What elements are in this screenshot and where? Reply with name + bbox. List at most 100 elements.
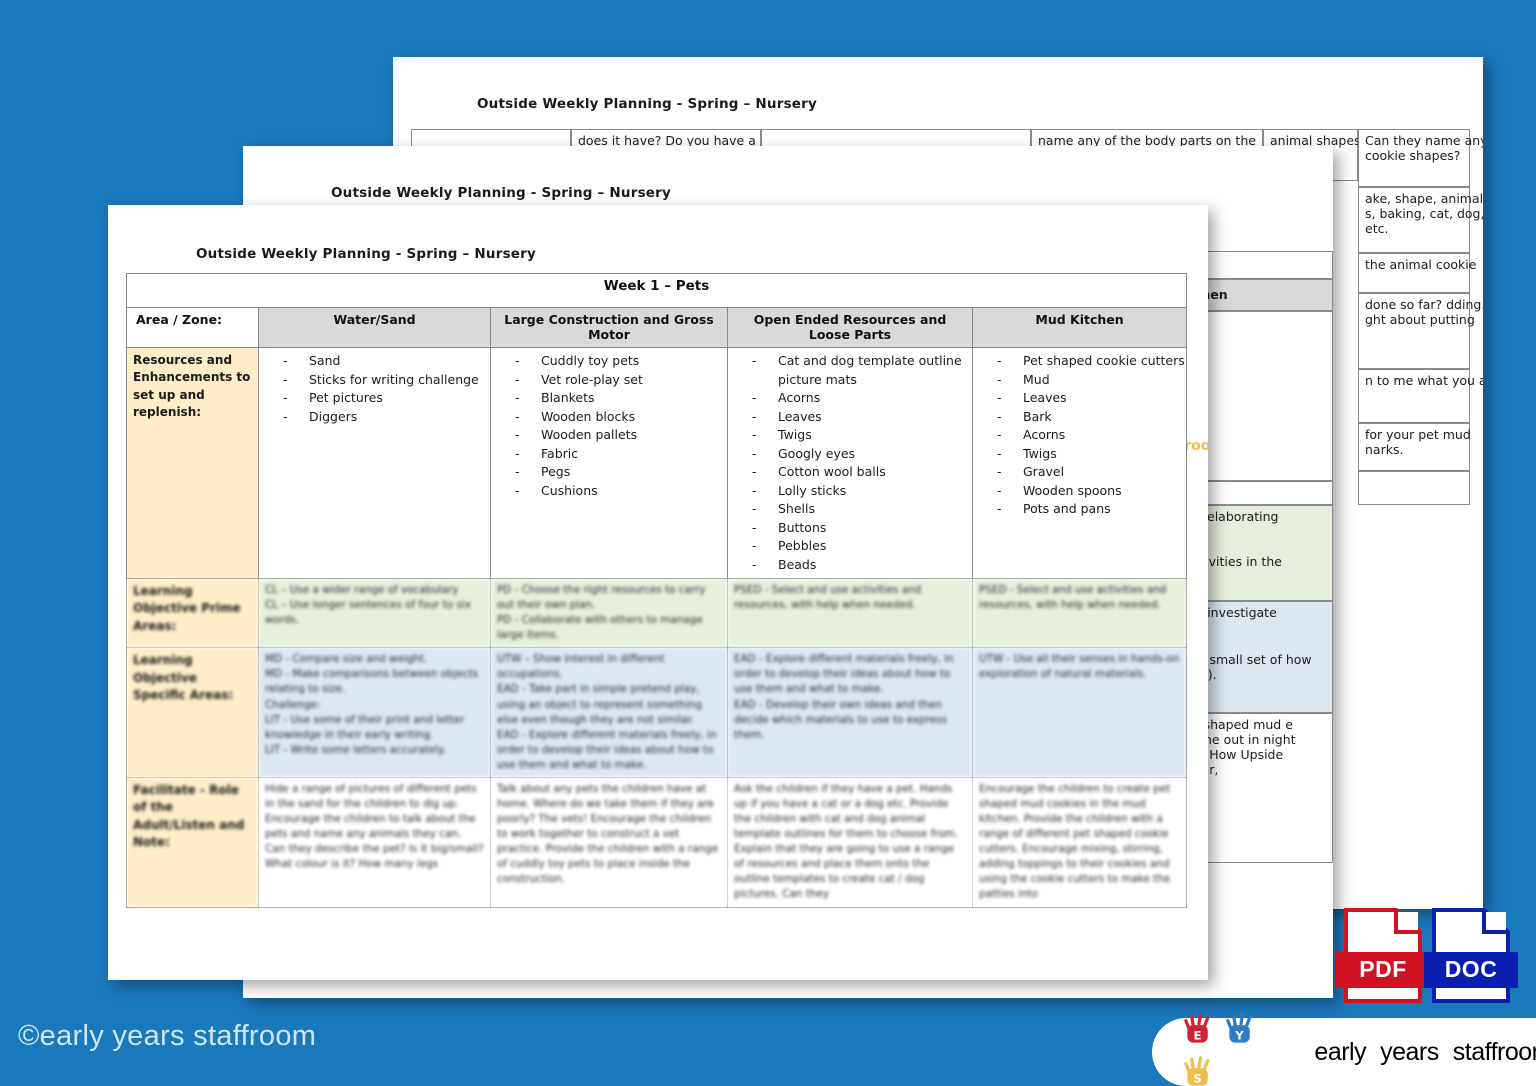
resource-item: Wooden blocks xyxy=(497,408,721,427)
table-row-week: Week 1 – Pets xyxy=(125,273,1188,308)
resource-item: Bark xyxy=(979,408,1180,427)
back-right-text-4: n to me what you ar? xyxy=(1365,373,1483,388)
doc-label-band: DOC xyxy=(1424,951,1518,988)
resource-item: Lolly sticks xyxy=(734,482,966,501)
resource-item: Fabric xyxy=(497,445,721,464)
resource-item: Twigs xyxy=(979,445,1180,464)
svg-text:S: S xyxy=(1193,1072,1201,1086)
copyright-text: ©early years staffroom xyxy=(18,1020,317,1052)
resource-item: Cotton wool balls xyxy=(734,463,966,482)
resource-item: Wooden pallets xyxy=(497,426,721,445)
cell-specific-large-construction: UTW – Show interest in different occupat… xyxy=(490,647,728,778)
cell-resources-water-sand: SandSticks for writing challengePet pict… xyxy=(258,347,491,579)
back-right-cell-5: for your pet mud narks. xyxy=(1358,423,1471,471)
table-row-prime-areas: Learning Objective Prime Areas: CL – Use… xyxy=(126,577,1188,649)
resource-item: Googly eyes xyxy=(734,445,966,464)
column-header-open-ended: Open Ended Resources and Loose Parts xyxy=(727,307,973,348)
table-row-facilitate: Facilitate - Role of the Adult/Listen an… xyxy=(126,776,1188,908)
back-right-cell-2: the animal cookie xyxy=(1358,253,1476,293)
table-row-resources: Resources and Enhancements to set up and… xyxy=(126,347,1188,579)
resource-item: Pots and pans xyxy=(979,500,1180,519)
doc-file-badge[interactable]: DOC xyxy=(1424,908,1518,1003)
cell-facilitate-open-ended: Ask the children if they have a pet. Han… xyxy=(727,776,973,908)
column-header-large-construction: Large Construction and Gross Motor xyxy=(490,307,728,348)
back-right-text-0: Can they name any cookie shapes? xyxy=(1365,133,1483,163)
resource-item: Acorns xyxy=(979,426,1180,445)
back-right-cell-1: ake, shape, animals, s, baking, cat, dog… xyxy=(1358,187,1483,253)
resource-item: Leaves xyxy=(979,389,1180,408)
resource-item: Sticks for writing challenge xyxy=(265,371,484,390)
doc-label: DOC xyxy=(1444,956,1498,983)
page-title-front: Outside Weekly Planning - Spring – Nurse… xyxy=(196,246,537,262)
table-row-specific-areas: Learning Objective Specific Areas: MD - … xyxy=(126,647,1188,778)
row-label-facilitate: Facilitate - Role of the Adult/Listen an… xyxy=(126,776,259,908)
back-right-text-3: done so far? dding…? ght about putting xyxy=(1365,297,1483,327)
cell-specific-open-ended: EAD - Explore different materials freely… xyxy=(727,647,973,778)
cell-prime-mud-kitchen: PSED - Select and use activities and res… xyxy=(971,577,1188,649)
resource-item: Pet shaped cookie cutters xyxy=(979,352,1185,371)
resource-item: Cat and dog template outline picture mat… xyxy=(734,352,966,389)
row-label-specific-areas: Learning Objective Specific Areas: xyxy=(126,647,259,778)
resource-item: Gravel xyxy=(979,463,1180,482)
pdf-label: PDF xyxy=(1359,956,1407,983)
resource-item: Shells xyxy=(734,500,966,519)
row-label-prime-areas: Learning Objective Prime Areas: xyxy=(126,577,259,649)
column-header-area-zone: Area / Zone: xyxy=(126,307,259,348)
cell-facilitate-mud-kitchen: Encourage the children to create pet sha… xyxy=(971,776,1188,908)
hands-icon: E Y S xyxy=(1180,1009,1300,1086)
cell-prime-open-ended: PSED - Select and use activities and res… xyxy=(727,577,973,649)
page-fold-icon xyxy=(1394,912,1418,934)
cell-prime-large-construction: PD - Choose the right resources to carry… xyxy=(490,577,728,649)
back-right-cell-4: n to me what you ar? xyxy=(1358,369,1483,423)
column-header-mud-kitchen: Mud Kitchen xyxy=(971,307,1188,348)
page-title-middle: Outside Weekly Planning - Spring – Nurse… xyxy=(331,185,672,201)
back-right-cell-6 xyxy=(1358,471,1470,505)
cell-resources-large-construction: Cuddly toy petsVet role-play setBlankets… xyxy=(490,347,728,579)
cell-specific-water-sand: MD - Compare size and weight. MD - Make … xyxy=(258,647,491,778)
resource-item: Blankets xyxy=(497,389,721,408)
cell-resources-open-ended: Cat and dog template outline picture mat… xyxy=(727,347,973,579)
resource-item: Cuddly toy pets xyxy=(497,352,721,371)
resource-list: Pet shaped cookie cuttersMudLeavesBarkAc… xyxy=(979,352,1185,519)
back-right-cell-3: done so far? dding…? ght about putting xyxy=(1358,293,1483,369)
hand-red-icon: E xyxy=(1184,1013,1210,1043)
cell-facilitate-water-sand: Hide a range of pictures of different pe… xyxy=(258,776,491,908)
weekly-planning-table: Week 1 – Pets Area / Zone: Water/Sand La… xyxy=(125,273,1188,908)
svg-text:Y: Y xyxy=(1235,1029,1245,1043)
cell-resources-mud-kitchen: Pet shaped cookie cuttersMudLeavesBarkAc… xyxy=(971,347,1188,579)
resource-item: Vet role-play set xyxy=(497,371,721,390)
pdf-label-band: PDF xyxy=(1336,951,1430,988)
hand-yellow-icon: S xyxy=(1184,1056,1210,1086)
resource-item: Sand xyxy=(265,352,484,371)
page-fold-icon xyxy=(1482,912,1506,934)
resource-item: Pegs xyxy=(497,463,721,482)
resource-item: Buttons xyxy=(734,519,966,538)
logo-word-early: early xyxy=(1314,1037,1367,1066)
resource-item: Beads xyxy=(734,556,966,575)
resource-list: SandSticks for writing challengePet pict… xyxy=(265,352,484,426)
table-row-headers: Area / Zone: Water/Sand Large Constructi… xyxy=(126,307,1188,348)
hand-blue-icon: Y xyxy=(1226,1013,1252,1043)
resource-item: Leaves xyxy=(734,408,966,427)
cell-facilitate-large-construction: Talk about any pets the children have at… xyxy=(490,776,728,908)
resource-item: Pet pictures xyxy=(265,389,484,408)
week-title: Week 1 – Pets xyxy=(125,273,1188,308)
back-right-text-1: ake, shape, animals, s, baking, cat, dog… xyxy=(1365,191,1483,236)
resource-item: Diggers xyxy=(265,408,484,427)
back-right-text-2: the animal cookie xyxy=(1365,257,1477,272)
column-header-water-sand: Water/Sand xyxy=(258,307,491,348)
resource-item: Twigs xyxy=(734,426,966,445)
brand-footer-pill: E Y S early years staffroom xyxy=(1152,1013,1536,1086)
row-label-resources: Resources and Enhancements to set up and… xyxy=(126,347,259,579)
resource-item: Acorns xyxy=(734,389,966,408)
resource-list: Cat and dog template outline picture mat… xyxy=(734,352,966,574)
cell-prime-water-sand: CL – Use a wider range of vocabulary CL … xyxy=(258,577,491,649)
page-title-back: Outside Weekly Planning - Spring – Nurse… xyxy=(477,96,818,112)
pdf-file-badge[interactable]: PDF xyxy=(1336,908,1430,1003)
resource-item: Cushions xyxy=(497,482,721,501)
back-right-text-5: for your pet mud narks. xyxy=(1365,427,1471,457)
document-page-front[interactable]: Outside Weekly Planning - Spring – Nurse… xyxy=(108,205,1208,980)
resource-item: Pebbles xyxy=(734,537,966,556)
logo-word-staffroom: staffroom xyxy=(1452,1037,1536,1066)
svg-text:E: E xyxy=(1194,1029,1202,1043)
